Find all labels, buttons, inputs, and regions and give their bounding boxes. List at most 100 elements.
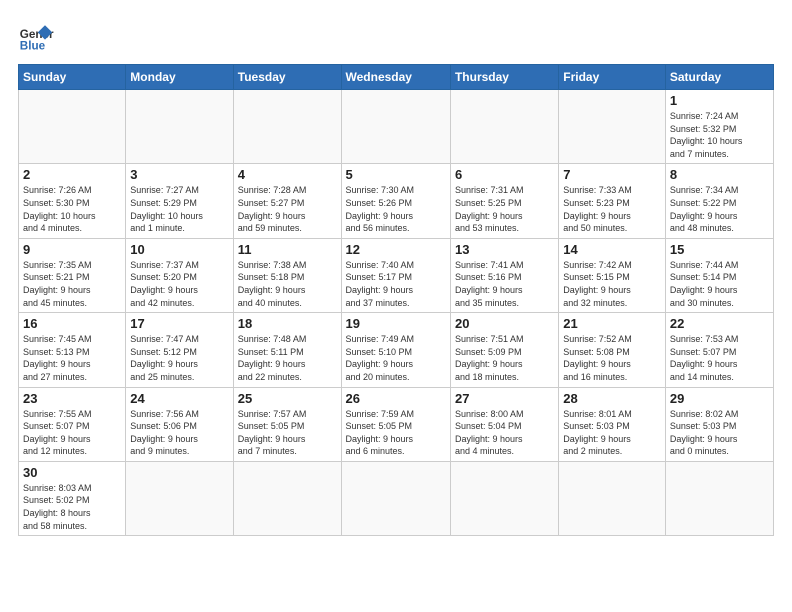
day-number: 23	[23, 391, 121, 406]
calendar-cell: 16 Sunrise: 7:45 AM Sunset: 5:13 PM Dayli…	[19, 313, 126, 387]
calendar-cell: 15Sunrise: 7:44 AM Sunset: 5:14 PM Dayli…	[665, 238, 773, 312]
day-info: Sunrise: 7:30 AM Sunset: 5:26 PM Dayligh…	[346, 184, 446, 234]
calendar-cell	[559, 461, 666, 535]
day-info: Sunrise: 7:40 AM Sunset: 5:17 PM Dayligh…	[346, 259, 446, 309]
day-number: 14	[563, 242, 661, 257]
day-info: Sunrise: 7:45 AM Sunset: 5:13 PM Dayligh…	[23, 333, 121, 383]
calendar-cell: 25Sunrise: 7:57 AM Sunset: 5:05 PM Dayli…	[233, 387, 341, 461]
calendar-cell	[450, 461, 558, 535]
weekday-header-sunday: Sunday	[19, 65, 126, 90]
day-info: Sunrise: 7:41 AM Sunset: 5:16 PM Dayligh…	[455, 259, 554, 309]
calendar-cell: 14 Sunrise: 7:42 AM Sunset: 5:15 PM Dayli…	[559, 238, 666, 312]
calendar-cell	[126, 461, 233, 535]
day-number: 7	[563, 167, 661, 182]
calendar-cell: 30 Sunrise: 8:03 AM Sunset: 5:02 PM Dayli…	[19, 461, 126, 535]
day-info: Sunrise: 7:52 AM Sunset: 5:08 PM Dayligh…	[563, 333, 661, 383]
calendar-week-row: 16 Sunrise: 7:45 AM Sunset: 5:13 PM Dayli…	[19, 313, 774, 387]
day-number: 4	[238, 167, 337, 182]
calendar-cell: 28 Sunrise: 8:01 AM Sunset: 5:03 PM Dayli…	[559, 387, 666, 461]
calendar-cell	[19, 90, 126, 164]
calendar-cell: 27Sunrise: 8:00 AM Sunset: 5:04 PM Dayli…	[450, 387, 558, 461]
day-info: Sunrise: 7:28 AM Sunset: 5:27 PM Dayligh…	[238, 184, 337, 234]
day-info: Sunrise: 8:02 AM Sunset: 5:03 PM Dayligh…	[670, 408, 769, 458]
day-info: Sunrise: 7:55 AM Sunset: 5:07 PM Dayligh…	[23, 408, 121, 458]
day-info: Sunrise: 8:03 AM Sunset: 5:02 PM Dayligh…	[23, 482, 121, 532]
day-info: Sunrise: 7:35 AM Sunset: 5:21 PM Dayligh…	[23, 259, 121, 309]
day-info: Sunrise: 7:42 AM Sunset: 5:15 PM Dayligh…	[563, 259, 661, 309]
weekday-header-saturday: Saturday	[665, 65, 773, 90]
calendar-cell	[559, 90, 666, 164]
day-info: Sunrise: 7:57 AM Sunset: 5:05 PM Dayligh…	[238, 408, 337, 458]
day-number: 24	[130, 391, 228, 406]
day-number: 9	[23, 242, 121, 257]
day-info: Sunrise: 8:01 AM Sunset: 5:03 PM Dayligh…	[563, 408, 661, 458]
day-number: 5	[346, 167, 446, 182]
day-number: 30	[23, 465, 121, 480]
day-number: 13	[455, 242, 554, 257]
day-info: Sunrise: 7:33 AM Sunset: 5:23 PM Dayligh…	[563, 184, 661, 234]
calendar-cell: 29 Sunrise: 8:02 AM Sunset: 5:03 PM Dayli…	[665, 387, 773, 461]
calendar-cell: 7 Sunrise: 7:33 AM Sunset: 5:23 PM Daylig…	[559, 164, 666, 238]
calendar-cell: 12 Sunrise: 7:40 AM Sunset: 5:17 PM Dayli…	[341, 238, 450, 312]
day-number: 8	[670, 167, 769, 182]
weekday-header-monday: Monday	[126, 65, 233, 90]
day-info: Sunrise: 7:37 AM Sunset: 5:20 PM Dayligh…	[130, 259, 228, 309]
calendar-header-row: SundayMondayTuesdayWednesdayThursdayFrid…	[19, 65, 774, 90]
weekday-header-friday: Friday	[559, 65, 666, 90]
day-number: 2	[23, 167, 121, 182]
day-number: 1	[670, 93, 769, 108]
calendar-cell: 21 Sunrise: 7:52 AM Sunset: 5:08 PM Dayli…	[559, 313, 666, 387]
day-number: 26	[346, 391, 446, 406]
day-number: 3	[130, 167, 228, 182]
svg-text:Blue: Blue	[20, 40, 46, 53]
day-info: Sunrise: 7:53 AM Sunset: 5:07 PM Dayligh…	[670, 333, 769, 383]
day-number: 21	[563, 316, 661, 331]
day-number: 19	[346, 316, 446, 331]
day-number: 29	[670, 391, 769, 406]
calendar-cell: 5 Sunrise: 7:30 AM Sunset: 5:26 PM Daylig…	[341, 164, 450, 238]
day-info: Sunrise: 7:31 AM Sunset: 5:25 PM Dayligh…	[455, 184, 554, 234]
calendar-cell: 17Sunrise: 7:47 AM Sunset: 5:12 PM Dayli…	[126, 313, 233, 387]
calendar-cell	[341, 90, 450, 164]
calendar-cell: 24 Sunrise: 7:56 AM Sunset: 5:06 PM Dayli…	[126, 387, 233, 461]
calendar-cell: 23 Sunrise: 7:55 AM Sunset: 5:07 PM Dayli…	[19, 387, 126, 461]
calendar-cell	[450, 90, 558, 164]
day-number: 22	[670, 316, 769, 331]
day-number: 6	[455, 167, 554, 182]
calendar-week-row: 23 Sunrise: 7:55 AM Sunset: 5:07 PM Dayli…	[19, 387, 774, 461]
day-info: Sunrise: 7:24 AM Sunset: 5:32 PM Dayligh…	[670, 110, 769, 160]
day-info: Sunrise: 7:38 AM Sunset: 5:18 PM Dayligh…	[238, 259, 337, 309]
day-number: 17	[130, 316, 228, 331]
calendar-cell	[665, 461, 773, 535]
calendar-cell	[233, 461, 341, 535]
weekday-header-thursday: Thursday	[450, 65, 558, 90]
calendar-cell: 11 Sunrise: 7:38 AM Sunset: 5:18 PM Dayli…	[233, 238, 341, 312]
general-blue-logo-icon: General Blue	[18, 18, 54, 54]
day-number: 20	[455, 316, 554, 331]
calendar-week-row: 1 Sunrise: 7:24 AM Sunset: 5:32 PM Daylig…	[19, 90, 774, 164]
day-info: Sunrise: 7:34 AM Sunset: 5:22 PM Dayligh…	[670, 184, 769, 234]
day-info: Sunrise: 7:56 AM Sunset: 5:06 PM Dayligh…	[130, 408, 228, 458]
day-info: Sunrise: 7:59 AM Sunset: 5:05 PM Dayligh…	[346, 408, 446, 458]
calendar-cell: 19Sunrise: 7:49 AM Sunset: 5:10 PM Dayli…	[341, 313, 450, 387]
day-number: 12	[346, 242, 446, 257]
calendar-cell: 2 Sunrise: 7:26 AM Sunset: 5:30 PM Daylig…	[19, 164, 126, 238]
page-header: General Blue	[18, 18, 774, 54]
day-info: Sunrise: 7:51 AM Sunset: 5:09 PM Dayligh…	[455, 333, 554, 383]
day-number: 11	[238, 242, 337, 257]
calendar-week-row: 2 Sunrise: 7:26 AM Sunset: 5:30 PM Daylig…	[19, 164, 774, 238]
day-info: Sunrise: 7:26 AM Sunset: 5:30 PM Dayligh…	[23, 184, 121, 234]
day-info: Sunrise: 7:48 AM Sunset: 5:11 PM Dayligh…	[238, 333, 337, 383]
day-info: Sunrise: 7:44 AM Sunset: 5:14 PM Dayligh…	[670, 259, 769, 309]
calendar-cell	[341, 461, 450, 535]
weekday-header-wednesday: Wednesday	[341, 65, 450, 90]
calendar-week-row: 9 Sunrise: 7:35 AM Sunset: 5:21 PM Daylig…	[19, 238, 774, 312]
day-info: Sunrise: 7:27 AM Sunset: 5:29 PM Dayligh…	[130, 184, 228, 234]
calendar-week-row: 30 Sunrise: 8:03 AM Sunset: 5:02 PM Dayli…	[19, 461, 774, 535]
day-number: 28	[563, 391, 661, 406]
day-number: 16	[23, 316, 121, 331]
calendar-table: SundayMondayTuesdayWednesdayThursdayFrid…	[18, 64, 774, 536]
weekday-header-tuesday: Tuesday	[233, 65, 341, 90]
calendar-cell	[126, 90, 233, 164]
calendar-cell: 4 Sunrise: 7:28 AM Sunset: 5:27 PM Daylig…	[233, 164, 341, 238]
